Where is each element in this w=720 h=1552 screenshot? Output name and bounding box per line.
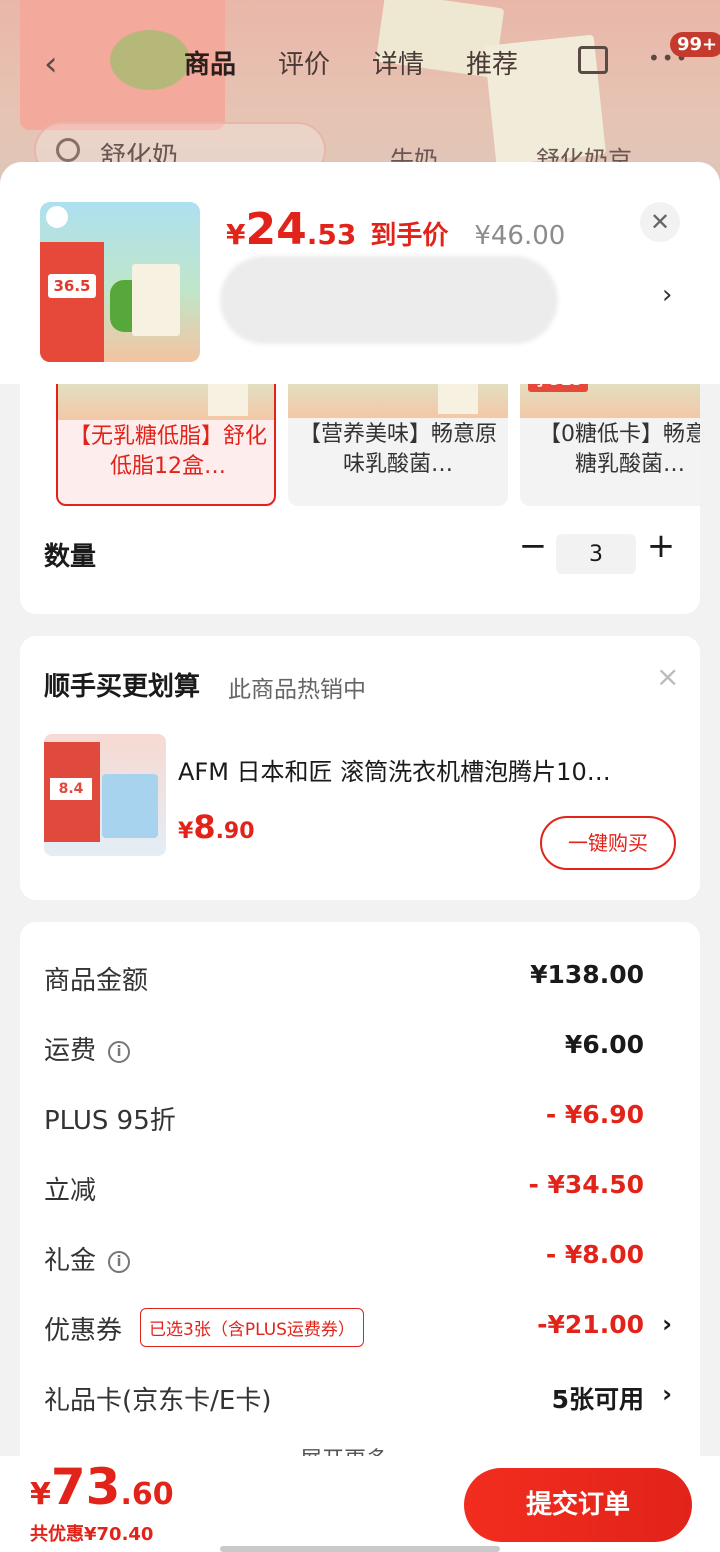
quantity-decrease-button[interactable]: −: [516, 526, 550, 566]
addon-price: ¥ 8 .90: [178, 808, 255, 846]
top-nav-tabs: 商品 评价 详情 推荐: [184, 44, 518, 81]
quantity-label: 数量: [44, 542, 97, 572]
original-price: ¥46.00: [474, 221, 566, 251]
addon-thumbnail-price: 8.4: [50, 778, 92, 800]
chevron-right-icon[interactable]: ›: [662, 1380, 672, 1408]
share-icon[interactable]: [578, 46, 608, 74]
total-saving: 共优惠¥70.40: [30, 1524, 154, 1545]
fee-row-instant-discount: 立减 - ¥34.50: [20, 1170, 700, 1210]
fee-label: 礼金: [44, 1246, 97, 1276]
quantity-input[interactable]: [556, 534, 636, 574]
info-icon[interactable]: i: [108, 1251, 131, 1273]
addon-product-name[interactable]: AFM 日本和匠 滚筒洗衣机槽泡腾片10…: [178, 752, 678, 787]
price-symbol: ¥: [226, 218, 246, 251]
total-price-symbol: ¥: [30, 1477, 51, 1512]
spec-options: 【无乳糖低脂】舒化低脂12盒… 【营养美味】畅意原味乳酸菌… 享515 【0糖低…: [56, 362, 700, 510]
spec-option-name: 【营养美味】畅意原味乳酸菌…: [298, 422, 497, 477]
chevron-right-icon[interactable]: ›: [662, 280, 672, 310]
banner-graphic: [110, 30, 190, 90]
milk-box-graphic: [132, 264, 180, 336]
redacted-spec-text: [220, 256, 558, 344]
tab-recommend[interactable]: 推荐: [466, 44, 518, 81]
fee-label: 运费: [44, 1036, 97, 1066]
fee-label: 礼品卡(京东卡/E卡): [44, 1386, 272, 1416]
total-price-decimal: .60: [120, 1477, 174, 1512]
fee-row-gift-card[interactable]: 礼品卡(京东卡/E卡) 5张可用 ›: [20, 1380, 700, 1420]
home-indicator: [220, 1546, 500, 1552]
fee-row-subtotal: 商品金额 ¥138.00: [20, 960, 700, 1000]
tab-details[interactable]: 详情: [372, 44, 424, 81]
fee-row-shipping: 运费 i ¥6.00: [20, 1030, 700, 1070]
fee-value: - ¥8.00: [545, 1240, 644, 1269]
addon-title: 顺手买更划算: [44, 672, 201, 702]
fee-value: ¥6.00: [564, 1030, 644, 1059]
tab-product[interactable]: 商品: [184, 44, 236, 81]
addon-subtitle: 此商品热销中: [228, 677, 366, 703]
fee-label: 立减: [44, 1176, 97, 1206]
fee-row-plus-discount: PLUS 95折 - ¥6.90: [20, 1100, 700, 1140]
product-thumbnail: 36.5: [40, 202, 200, 362]
total-price-integer: 73: [50, 1458, 121, 1516]
one-click-buy-button[interactable]: 一键购买: [540, 816, 676, 870]
chevron-right-icon[interactable]: ›: [662, 1310, 672, 1338]
spec-option-name: 【无乳糖低脂】舒化低脂12盒…: [68, 424, 267, 479]
fee-label: 优惠券: [44, 1316, 123, 1346]
final-price-label: 到手价: [370, 221, 449, 251]
search-icon: [56, 138, 80, 162]
purchase-sheet: 36.5 ¥ 24 .53 到手价 ¥46.00 ✕ › 【无乳糖低脂】舒化低脂…: [0, 162, 720, 1552]
spec-option-name: 【0糖低卡】畅意0糖乳酸菌…: [539, 422, 700, 477]
addon-price-symbol: ¥: [178, 819, 194, 844]
back-arrow-icon[interactable]: ‹: [44, 44, 58, 84]
quantity-increase-button[interactable]: +: [644, 526, 678, 566]
brand-logo-icon: [46, 206, 68, 228]
thumbnail-price: 36.5: [48, 274, 96, 298]
fee-value: -¥21.00: [537, 1310, 644, 1339]
fee-value: 5张可用: [551, 1385, 644, 1414]
coupon-selection-tag: 已选3张（含PLUS运费券）: [140, 1308, 364, 1347]
checkout-bar: ¥ 73 .60 共优惠¥70.40 提交订单: [0, 1456, 720, 1552]
close-icon[interactable]: ×: [656, 660, 679, 693]
fee-label: 商品金额: [44, 966, 149, 996]
addon-price-integer: 8: [193, 808, 216, 846]
addon-recommendation-card: 顺手买更划算 此商品热销中 × 8.4 AFM 日本和匠 滚筒洗衣机槽泡腾片10…: [20, 636, 700, 900]
sheet-header: 36.5 ¥ 24 .53 到手价 ¥46.00 ✕ ›: [0, 162, 720, 384]
fee-value: - ¥6.90: [545, 1100, 644, 1129]
submit-order-button[interactable]: 提交订单: [464, 1468, 692, 1542]
addon-product-box: [102, 774, 158, 838]
price-row: ¥ 24 .53 到手价 ¥46.00: [226, 204, 565, 255]
addon-price-decimal: .90: [215, 819, 255, 844]
fee-value: ¥138.00: [530, 960, 644, 989]
close-icon[interactable]: ✕: [640, 202, 680, 242]
addon-product-image: 8.4: [44, 734, 166, 856]
thumbnail-promo-panel: [40, 242, 104, 362]
spec-quantity-card: 【无乳糖低脂】舒化低脂12盒… 【营养美味】畅意原味乳酸菌… 享515 【0糖低…: [20, 362, 700, 614]
price-decimal: .53: [306, 218, 357, 251]
message-count-badge: 99+: [670, 32, 720, 57]
price-integer: 24: [245, 204, 307, 255]
total-price: ¥ 73 .60: [30, 1458, 174, 1516]
tab-reviews[interactable]: 评价: [278, 44, 330, 81]
fee-row-coupons[interactable]: 优惠券 已选3张（含PLUS运费券） -¥21.00 ›: [20, 1308, 700, 1350]
fee-label: PLUS 95折: [44, 1106, 176, 1136]
fee-row-gift-money: 礼金 i - ¥8.00: [20, 1240, 700, 1280]
info-icon[interactable]: i: [108, 1041, 131, 1063]
fee-value: - ¥34.50: [528, 1170, 644, 1199]
